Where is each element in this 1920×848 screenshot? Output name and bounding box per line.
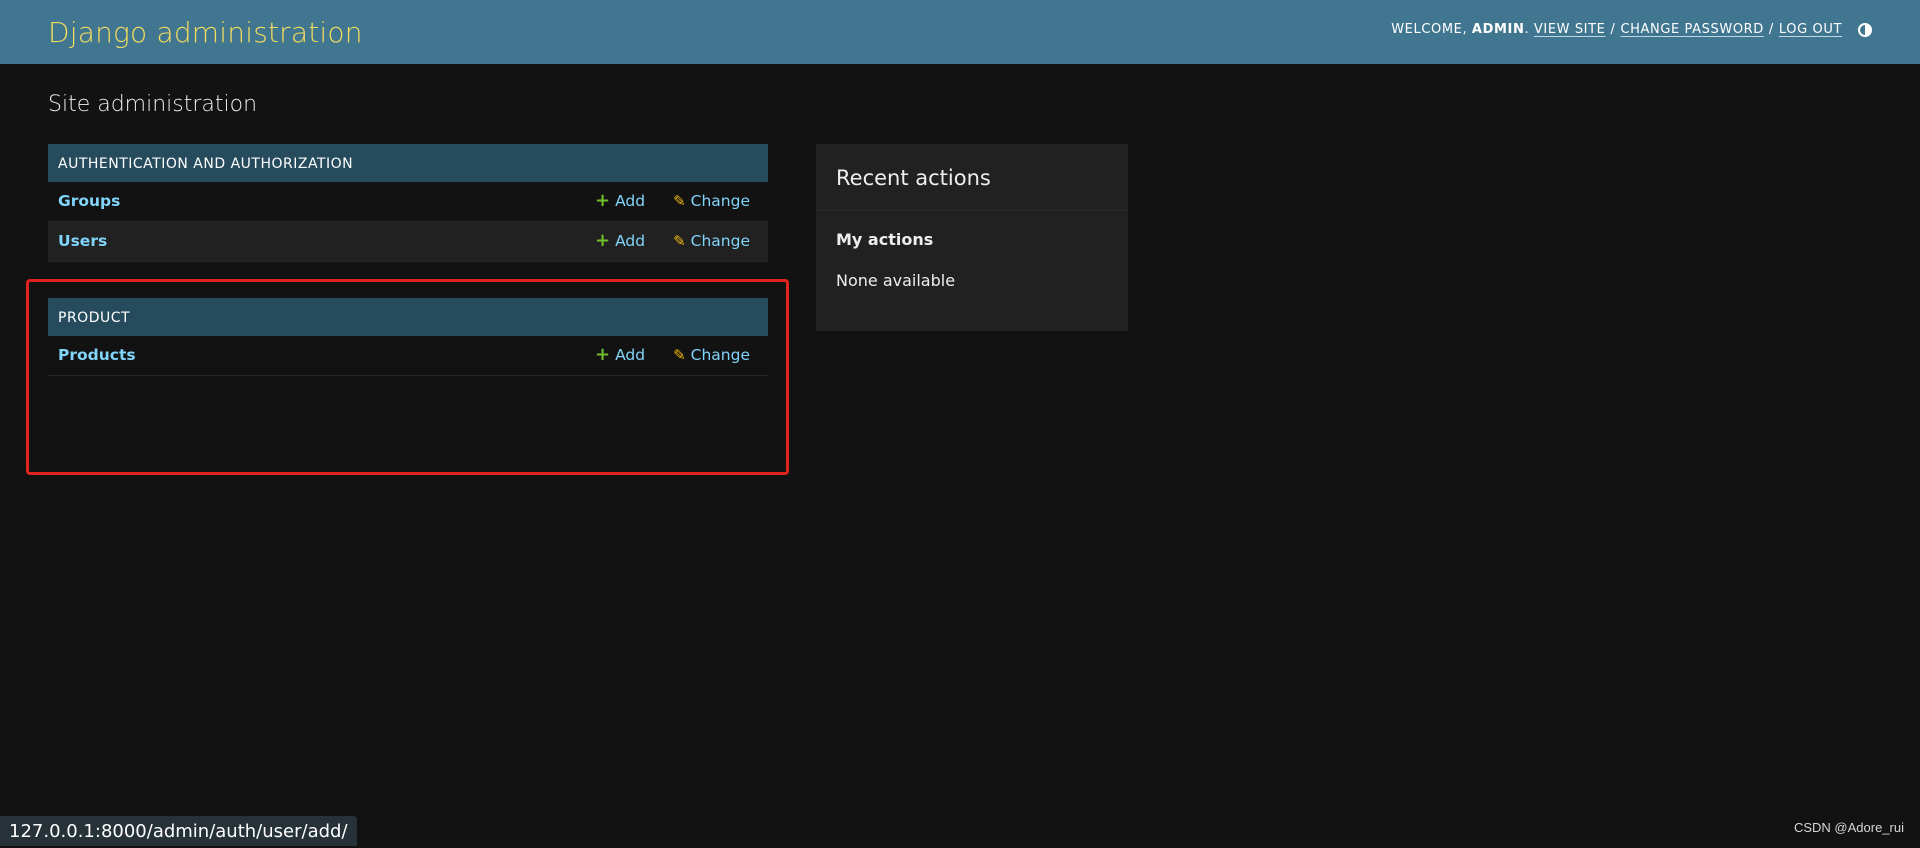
add-label: Add — [615, 192, 646, 210]
recent-actions-empty: None available — [836, 271, 956, 290]
add-products-link[interactable]: + Add — [594, 344, 646, 365]
contrast-icon[interactable] — [1858, 22, 1872, 37]
model-row-groups: Groups + Add ✎ Change — [48, 182, 768, 222]
row-actions: + Add ✎ Change — [594, 230, 750, 251]
pencil-icon: ✎ — [673, 346, 686, 364]
browser-status-url: 127.0.0.1:8000/admin/auth/user/add/ — [0, 816, 357, 846]
model-link-users[interactable]: Users — [58, 232, 107, 250]
separator: / — [1768, 22, 1774, 37]
view-site-link[interactable]: VIEW SITE — [1534, 22, 1606, 37]
add-groups-link[interactable]: + Add — [594, 190, 646, 211]
pencil-icon: ✎ — [673, 232, 686, 250]
add-label: Add — [615, 232, 646, 250]
module-caption[interactable]: PRODUCT — [48, 298, 768, 336]
add-users-link[interactable]: + Add — [594, 230, 646, 251]
module-caption[interactable]: AUTHENTICATION AND AUTHORIZATION — [48, 144, 768, 182]
divider — [816, 210, 1128, 211]
page-title: Site administration — [48, 92, 258, 117]
model-row-products: Products + Add ✎ Change — [48, 336, 768, 376]
add-label: Add — [615, 346, 646, 364]
row-actions: + Add ✎ Change — [594, 344, 750, 365]
recent-actions-panel: Recent actions My actions None available — [816, 144, 1128, 331]
model-link-groups[interactable]: Groups — [58, 192, 120, 210]
recent-actions-title: Recent actions — [836, 166, 991, 190]
my-actions-heading: My actions — [836, 230, 934, 249]
separator: / — [1610, 22, 1616, 37]
pencil-icon: ✎ — [673, 192, 686, 210]
module-product: PRODUCT Products + Add ✎ Change — [48, 298, 768, 376]
username: ADMIN — [1471, 22, 1525, 37]
watermark: CSDN @Adore_rui — [1793, 820, 1904, 835]
model-row-users: Users + Add ✎ Change — [48, 222, 768, 262]
log-out-link[interactable]: LOG OUT — [1779, 22, 1842, 37]
model-link-products[interactable]: Products — [58, 346, 136, 364]
plus-icon: + — [594, 190, 611, 211]
welcome-text: WELCOME, — [1391, 22, 1468, 37]
site-branding[interactable]: Django administration — [48, 16, 363, 49]
change-password-link[interactable]: CHANGE PASSWORD — [1620, 22, 1763, 37]
change-label: Change — [690, 232, 750, 250]
change-groups-link[interactable]: ✎ Change — [673, 192, 750, 210]
row-actions: + Add ✎ Change — [594, 190, 750, 211]
module-auth: AUTHENTICATION AND AUTHORIZATION Groups … — [48, 144, 768, 262]
change-products-link[interactable]: ✎ Change — [673, 346, 750, 364]
plus-icon: + — [594, 230, 611, 251]
user-tools: WELCOME, ADMIN . VIEW SITE / CHANGE PASS… — [1391, 22, 1872, 37]
header: Django administration WELCOME, ADMIN . V… — [0, 0, 1920, 64]
change-users-link[interactable]: ✎ Change — [673, 232, 750, 250]
change-label: Change — [690, 346, 750, 364]
plus-icon: + — [594, 344, 611, 365]
change-label: Change — [690, 192, 750, 210]
